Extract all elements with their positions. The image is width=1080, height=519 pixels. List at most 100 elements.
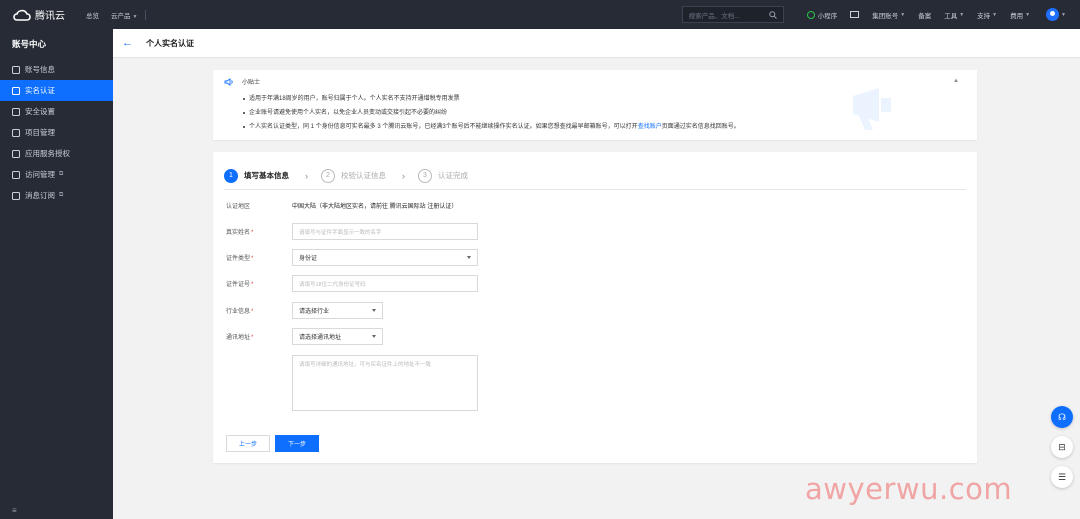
- find-account-link[interactable]: 查找账户: [638, 124, 662, 130]
- step-label: 校验认证信息: [341, 171, 386, 180]
- real-name-input[interactable]: 请填写与证件字面显示一致的名字: [292, 223, 478, 240]
- user-icon: [12, 65, 20, 74]
- sidebar-item-subscriptions[interactable]: 消息订阅 ⧉: [0, 185, 113, 206]
- form-card: 1 填写基本信息 › 2 校验认证信息 › 3 认证完成 认证地区 中国大陆（非大陆地…: [213, 152, 977, 463]
- search-input[interactable]: 搜索产品、文档...: [681, 6, 784, 23]
- address-label-text: 通讯地址: [226, 335, 251, 341]
- address-value: 请选择通讯地址: [299, 335, 342, 341]
- step-number: 1: [224, 168, 238, 183]
- collapse-icon[interactable]: ▲: [953, 78, 959, 84]
- search-icon[interactable]: [769, 10, 777, 19]
- sidebar-item-label: 应用服务授权: [25, 149, 70, 158]
- id-number-input[interactable]: 请填写18位二代身份证号码: [292, 275, 478, 292]
- megaphone-decoration-icon: [853, 88, 891, 130]
- industry-label-text: 行业信息: [226, 309, 251, 315]
- external-link-icon: ⧉: [59, 171, 64, 177]
- folder-icon: [12, 128, 20, 137]
- industry-select[interactable]: 请选择行业: [292, 302, 383, 319]
- sidebar-item-real-name[interactable]: 实名认证: [0, 80, 113, 101]
- chevron-down-icon[interactable]: ▼: [1061, 12, 1066, 18]
- list-icon[interactable]: ☰: [1051, 466, 1073, 488]
- speaker-icon: [224, 77, 233, 86]
- sidebar-item-app-auth[interactable]: 应用服务授权: [0, 143, 113, 164]
- id-number-label: 证件证号*: [226, 279, 292, 288]
- required-mark: *: [251, 282, 254, 288]
- address-detail-textarea[interactable]: 请填写详细的通讯地址，可与实名证件上的地址不一致: [292, 355, 478, 411]
- chevron-right-icon: ›: [402, 170, 405, 181]
- prev-step-button[interactable]: 上一步: [226, 435, 270, 452]
- step-3: 3 认证完成: [418, 168, 468, 183]
- tip-item: 适用于年满18周岁的用户，账号归属于个人。个人实名不支持开通增税专用发票: [243, 92, 740, 106]
- back-arrow-icon[interactable]: ←: [122, 37, 133, 49]
- step-1: 1 填写基本信息: [224, 168, 289, 183]
- support-menu[interactable]: 支持 ▼: [977, 10, 997, 20]
- address-select[interactable]: 请选择通讯地址: [292, 328, 383, 345]
- name-row: 真实姓名* 请填写与证件字面显示一致的名字: [226, 223, 726, 240]
- billing-label: 费用: [1010, 12, 1024, 20]
- external-link-icon: ⧉: [59, 192, 64, 198]
- watermark: awyerwu.com: [805, 472, 1013, 506]
- book-icon[interactable]: ⊟: [1051, 436, 1073, 458]
- sidebar-item-label: 账号信息: [25, 65, 55, 74]
- region-label: 认证地区: [226, 204, 251, 210]
- next-step-button[interactable]: 下一步: [275, 435, 319, 452]
- access-icon: [12, 170, 20, 179]
- sidebar-item-projects[interactable]: 项目管理: [0, 122, 113, 143]
- chevron-down-icon: ▼: [132, 13, 138, 20]
- step-number: 3: [418, 168, 432, 183]
- mini-program-link[interactable]: 小程序: [806, 10, 837, 20]
- address-row: 通讯地址* 请选择通讯地址: [226, 328, 726, 345]
- search-placeholder: 搜索产品、文档...: [688, 12, 740, 20]
- nav-overview[interactable]: 总览: [86, 10, 99, 20]
- name-label: 真实姓名*: [226, 227, 292, 236]
- tip-text: 个人实名认证类型，同 1 个身份信息可实名最多 3 个腾讯云账号，已经满3个账号…: [249, 124, 638, 130]
- name-label-text: 真实姓名: [226, 230, 251, 236]
- group-account-label: 集团账号: [872, 12, 899, 20]
- collapse-sidebar-icon[interactable]: ≡: [12, 506, 17, 515]
- user-avatar[interactable]: [1046, 8, 1060, 21]
- sidebar-item-access[interactable]: 访问管理 ⧉: [0, 164, 113, 185]
- bell-icon: [12, 191, 20, 200]
- tip-item: 企业账号请避免使用个人实名，以免企业人员变动或交接引起不必要的纠纷: [243, 106, 740, 120]
- top-navbar: 腾讯云 总览 云产品 ▼ 搜索产品、文档... 小程序 集团账号 ▼ 备案 工具 ▼ …: [0, 0, 1080, 29]
- chevron-down-icon: ▼: [959, 11, 965, 18]
- group-account-menu[interactable]: 集团账号 ▼: [872, 10, 905, 20]
- region-row: 认证地区 中国大陆（非大陆地区实名，请前往 腾讯云国际站 注册认证）: [226, 201, 726, 210]
- tools-menu[interactable]: 工具 ▼: [944, 10, 964, 20]
- billing-menu[interactable]: 费用 ▼: [1010, 10, 1030, 20]
- cloud-logo-icon: [13, 9, 31, 21]
- nav-divider: [145, 9, 147, 20]
- industry-row: 行业信息* 请选择行业: [226, 302, 726, 319]
- required-mark: *: [251, 256, 254, 262]
- sidebar-item-security[interactable]: 安全设置: [0, 101, 113, 122]
- support-label: 支持: [977, 12, 991, 20]
- shield-icon: [12, 107, 20, 116]
- chevron-down-icon: ▼: [1025, 11, 1031, 18]
- tips-title: 小贴士: [242, 80, 261, 86]
- mail-button[interactable]: [850, 11, 860, 18]
- required-mark: *: [251, 230, 254, 236]
- id-number-row: 证件证号* 请填写18位二代身份证号码: [226, 275, 726, 292]
- chevron-right-icon: ›: [305, 170, 308, 181]
- id-type-select[interactable]: 身份证: [292, 249, 478, 266]
- floating-toolbar: ☊ ⊟ ☰: [1051, 406, 1073, 496]
- step-indicator: 1 填写基本信息 › 2 校验认证信息 › 3 认证完成: [224, 162, 966, 190]
- nav-products[interactable]: 云产品 ▼: [111, 10, 137, 20]
- headset-icon[interactable]: ☊: [1051, 406, 1073, 428]
- chevron-down-icon: ▼: [992, 11, 998, 18]
- id-type-value: 身份证: [299, 256, 318, 262]
- brand-logo[interactable]: 腾讯云: [12, 7, 74, 22]
- id-card-icon: [12, 86, 20, 95]
- sidebar-title: 账号中心: [12, 39, 47, 49]
- industry-label: 行业信息*: [226, 306, 292, 315]
- tip-item: 个人实名认证类型，同 1 个身份信息可实名最多 3 个腾讯云账号，已经满3个账号…: [243, 120, 740, 134]
- sidebar-item-label: 安全设置: [25, 107, 55, 116]
- address-label: 通讯地址*: [226, 332, 292, 341]
- filing-link[interactable]: 备案: [918, 10, 931, 20]
- id-type-label-text: 证件类型: [226, 256, 251, 262]
- sidebar-item-account-info[interactable]: 账号信息: [0, 59, 113, 80]
- dropdown-arrow-icon: [372, 335, 376, 338]
- tools-label: 工具: [944, 12, 958, 20]
- page-header: ← 个人实名认证: [113, 29, 1080, 58]
- page-title: 个人实名认证: [146, 38, 194, 48]
